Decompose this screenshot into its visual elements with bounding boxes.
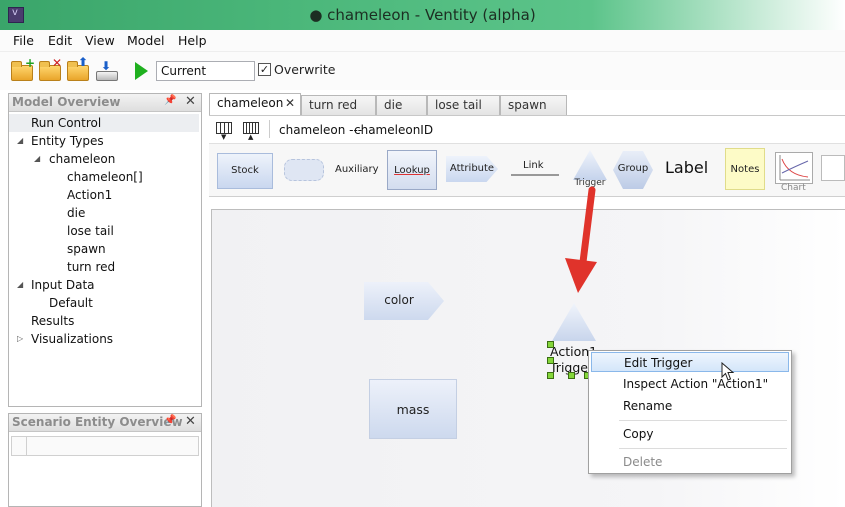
tree-item-spawn[interactable]: spawn (9, 240, 199, 258)
model-overview-header: Model Overview 📌 ✕ (9, 94, 201, 112)
new-model-button[interactable]: + (11, 56, 36, 82)
red-x-icon: ✕ (52, 56, 63, 70)
pin-icon[interactable]: 📌 (164, 95, 176, 106)
entity-id: chameleonID (354, 123, 434, 137)
tree-item-turn-red[interactable]: turn red (9, 258, 199, 276)
up-triangle-icon[interactable]: ▲ (248, 133, 253, 141)
palette-group[interactable]: Group (613, 151, 653, 189)
tree-item-default[interactable]: Default (9, 294, 199, 312)
entity-subbar: ▼ ▲ chameleon --- chameleonID (209, 115, 845, 141)
scenario-entity-overview-panel: Scenario Entity Overview 📌 ✕ (8, 413, 202, 507)
palette-attribute[interactable]: Attribute (446, 156, 498, 182)
tree-item-visualizations[interactable]: ▷ Visualizations (9, 330, 199, 348)
tab-die[interactable]: die (376, 95, 427, 115)
menu-bar: File Edit View Model Help (0, 30, 845, 52)
overwrite-label: Overwrite (274, 62, 336, 77)
entity-name: chameleon --- (279, 123, 363, 137)
scenario-overview-title: Scenario Entity Overview (12, 415, 183, 429)
tree-item-input-data[interactable]: ◢ Input Data (9, 276, 199, 294)
palette-auxiliary-shape[interactable] (284, 159, 324, 181)
tree-item-entity-types[interactable]: ◢ Entity Types (9, 132, 199, 150)
menu-file[interactable]: File (13, 33, 34, 48)
palette-stock[interactable]: Stock (217, 153, 273, 189)
menu-edit-trigger[interactable]: Edit Trigger (591, 352, 789, 372)
menu-inspect-action[interactable]: Inspect Action "Action1" (591, 374, 789, 394)
tree-item-results[interactable]: Results (9, 312, 199, 330)
palette-trigger[interactable]: Trigger (572, 150, 608, 194)
scenario-overview-header: Scenario Entity Overview 📌 ✕ (9, 414, 201, 432)
menu-help[interactable]: Help (178, 33, 207, 48)
tree-collapsed-icon[interactable]: ▷ (17, 334, 23, 343)
plus-icon: + (25, 56, 36, 70)
menu-view[interactable]: View (85, 33, 115, 48)
palette-more[interactable] (821, 155, 845, 181)
title-bar: ● chameleon - Ventity (alpha) (0, 0, 845, 30)
tab-lose-tail[interactable]: lose tail (427, 95, 500, 115)
model-overview-title: Model Overview (12, 95, 121, 109)
subbar-divider (269, 120, 270, 138)
down-arrow-icon: ⬇ (101, 59, 112, 73)
tab-chameleon[interactable]: chameleon ✕ (209, 93, 301, 116)
close-panel-icon[interactable]: ✕ (185, 414, 196, 429)
palette-notes[interactable]: Notes (725, 148, 765, 190)
palette-chart[interactable] (775, 152, 813, 184)
selection-handle[interactable] (568, 372, 575, 379)
palette-lookup[interactable]: Lookup (387, 150, 437, 190)
tab-spawn[interactable]: spawn (500, 95, 567, 115)
node-action1-trigger[interactable] (552, 303, 596, 341)
chart-icon (779, 155, 810, 181)
menu-edit[interactable]: Edit (48, 33, 72, 48)
tab-turn-red[interactable]: turn red (301, 95, 376, 115)
tree-item-action1[interactable]: Action1 (9, 186, 199, 204)
tree-expanded-icon[interactable]: ◢ (17, 280, 23, 289)
run-name-input[interactable] (156, 61, 255, 81)
toolbar: + ✕ ⬆ ⬇ ✓ Overwrite (0, 52, 845, 90)
link-line-icon (511, 174, 559, 176)
tree-item-run-control[interactable]: Run Control (9, 114, 199, 132)
tree-expanded-icon[interactable]: ◢ (34, 154, 40, 163)
palette-label[interactable]: Label (665, 158, 708, 177)
node-color[interactable]: color (364, 282, 444, 320)
tree-expanded-icon[interactable]: ◢ (17, 136, 23, 145)
mouse-cursor-icon (721, 362, 735, 381)
node-mass[interactable]: mass (369, 379, 457, 439)
element-palette: Stock Auxiliary Lookup Attribute Link Tr… (209, 143, 845, 197)
menu-delete[interactable]: Delete (591, 452, 789, 472)
selection-handle[interactable] (547, 357, 554, 364)
menu-separator (619, 448, 787, 449)
context-menu: Edit Trigger Inspect Action "Action1" Re… (588, 350, 792, 474)
tree-item-chameleon[interactable]: ◢ chameleon (9, 150, 199, 168)
dropdown-arrow-icon[interactable]: ▼ (221, 133, 226, 141)
menu-model[interactable]: Model (127, 33, 165, 48)
palette-link[interactable]: Link (511, 160, 559, 177)
menu-copy[interactable]: Copy (591, 424, 789, 444)
menu-rename[interactable]: Rename (591, 396, 789, 416)
open-model-button[interactable]: ⬆ (67, 56, 91, 82)
selection-handle[interactable] (547, 341, 554, 348)
tab-close-icon[interactable]: ✕ (285, 96, 295, 110)
selection-handle[interactable] (547, 372, 554, 379)
tree-item-chameleon-array[interactable]: chameleon[] (9, 168, 199, 186)
tree-item-die[interactable]: die (9, 204, 199, 222)
pin-icon[interactable]: 📌 (164, 415, 176, 426)
overwrite-checkbox[interactable]: ✓ (258, 63, 271, 76)
tree-item-lose-tail[interactable]: lose tail (9, 222, 199, 240)
save-model-button[interactable]: ⬇ (95, 59, 119, 82)
palette-chart-label: Chart (781, 183, 806, 193)
model-overview-panel: Model Overview 📌 ✕ Run Control ◢ Entity … (8, 93, 202, 407)
up-arrow-icon: ⬆ (78, 55, 89, 69)
window-title: ● chameleon - Ventity (alpha) (309, 6, 536, 24)
document-tabs: chameleon ✕ turn red die lose tail spawn (209, 93, 845, 116)
grid-divider (26, 437, 27, 455)
trigger-triangle-icon (573, 150, 607, 180)
run-play-icon[interactable] (135, 62, 148, 80)
palette-auxiliary[interactable]: Auxiliary (335, 164, 379, 175)
scenario-grid-header (11, 436, 199, 456)
menu-separator (619, 420, 787, 421)
close-panel-icon[interactable]: ✕ (185, 94, 196, 109)
close-model-button[interactable]: ✕ (39, 56, 63, 82)
